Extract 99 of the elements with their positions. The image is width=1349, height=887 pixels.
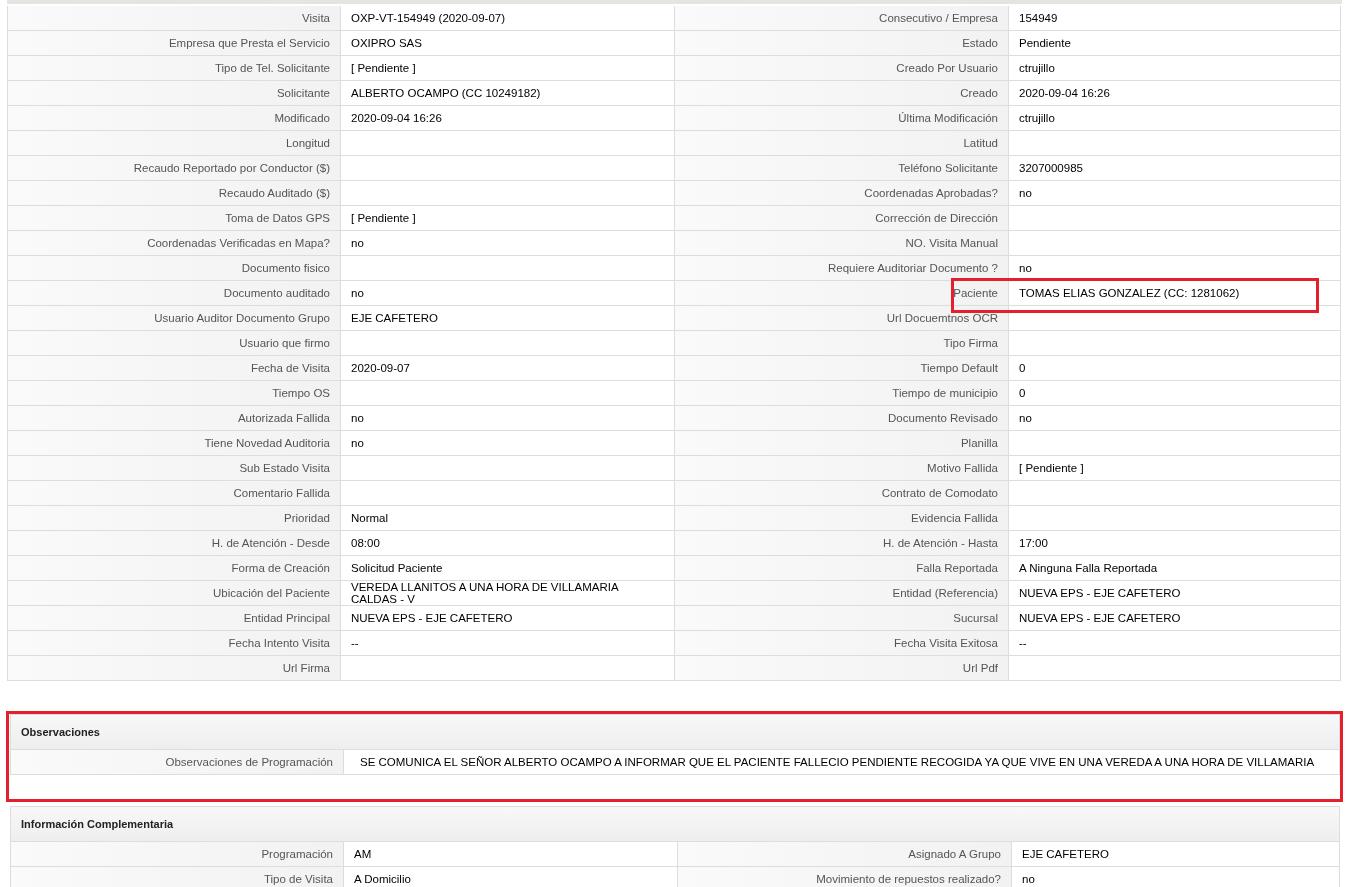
- field-label: Forma de Creación: [8, 556, 341, 581]
- field-value: 0: [1009, 381, 1341, 406]
- field-label: Url Docuemtnos OCR: [675, 306, 1009, 331]
- field-label: Movimiento de repuestos realizado?: [678, 867, 1012, 887]
- field-value: 2020-09-04 16:26: [1009, 81, 1341, 106]
- field-label: Paciente: [675, 281, 1009, 306]
- field-label: Sub Estado Visita: [8, 456, 341, 481]
- field-value: NUEVA EPS - EJE CAFETERO: [1009, 606, 1341, 631]
- field-value: --: [341, 631, 675, 656]
- field-label: Visita: [8, 6, 341, 31]
- field-label: Entidad Principal: [8, 606, 341, 631]
- field-value: 0: [1009, 356, 1341, 381]
- field-value: 154949: [1009, 6, 1341, 31]
- field-label: Modificado: [8, 106, 341, 131]
- field-label: Motivo Fallida: [675, 456, 1009, 481]
- section-title: Observaciones: [21, 726, 100, 738]
- field-label: Requiere Auditoriar Documento ?: [675, 256, 1009, 281]
- field-label: Evidencia Fallida: [675, 506, 1009, 531]
- field-value: ctrujillo: [1009, 56, 1341, 81]
- field-value: ctrujillo: [1009, 106, 1341, 131]
- field-value: TOMAS ELIAS GONZALEZ (CC: 1281062): [1009, 281, 1341, 306]
- field-value: no: [341, 231, 675, 256]
- field-label: Empresa que Presta el Servicio: [8, 31, 341, 56]
- field-label: Falla Reportada: [675, 556, 1009, 581]
- field-value: SE COMUNICA EL SEÑOR ALBERTO OCAMPO A INFORMAR QUE EL PACIENTE FALLECIO PENDIENTE RECOGIDA YA QUE VIVE EN UNA VEREDA A UNA HORA DE VILLAMARIA: [344, 750, 1340, 775]
- field-label: Fecha Intento Visita: [8, 631, 341, 656]
- field-label: Fecha de Visita: [8, 356, 341, 381]
- field-label: Documento auditado: [8, 281, 341, 306]
- field-value: AM: [344, 842, 678, 867]
- field-value: 2020-09-04 16:26: [341, 106, 675, 131]
- field-label: Coordenadas Verificadas en Mapa?: [8, 231, 341, 256]
- field-label: Tipo Firma: [675, 331, 1009, 356]
- field-label: Url Pdf: [675, 656, 1009, 681]
- field-label: Contrato de Comodato: [675, 481, 1009, 506]
- field-value: [ Pendiente ]: [1009, 456, 1341, 481]
- field-label: Latitud: [675, 131, 1009, 156]
- field-label: Teléfono Solicitante: [675, 156, 1009, 181]
- field-value: no: [341, 431, 675, 456]
- field-label: Autorizada Fallida: [8, 406, 341, 431]
- field-value: no: [1009, 181, 1341, 206]
- field-label: H. de Atención - Hasta: [675, 531, 1009, 556]
- field-value: OXIPRO SAS: [341, 31, 675, 56]
- field-label: Usuario Auditor Documento Grupo: [8, 306, 341, 331]
- field-value: no: [341, 281, 675, 306]
- field-label: Planilla: [675, 431, 1009, 456]
- field-value: A Ninguna Falla Reportada: [1009, 556, 1341, 581]
- field-label: Usuario que firmo: [8, 331, 341, 356]
- field-label: Solicitante: [8, 81, 341, 106]
- field-label: Creado: [675, 81, 1009, 106]
- field-label: Recaudo Auditado ($): [8, 181, 341, 206]
- field-label: Programación: [11, 842, 344, 867]
- field-value: VEREDA LLANITOS A UNA HORA DE VILLAMARIA CALDAS - V: [341, 581, 675, 606]
- field-value: ALBERTO OCAMPO (CC 10249182): [341, 81, 675, 106]
- field-value: EJE CAFETERO: [1012, 842, 1340, 867]
- field-label: Toma de Datos GPS: [8, 206, 341, 231]
- field-label: Creado Por Usuario: [675, 56, 1009, 81]
- field-label: Url Firma: [8, 656, 341, 681]
- field-label: Tipo de Visita: [11, 867, 344, 887]
- field-label: Tiempo de municipio: [675, 381, 1009, 406]
- field-label: Tipo de Tel. Solicitante: [8, 56, 341, 81]
- field-label: Observaciones de Programación: [11, 750, 344, 775]
- field-value: [ Pendiente ]: [341, 56, 675, 81]
- field-value: 08:00: [341, 531, 675, 556]
- field-label: Consecutivo / Empresa: [675, 6, 1009, 31]
- field-label: NO. Visita Manual: [675, 231, 1009, 256]
- field-label: Asignado A Grupo: [678, 842, 1012, 867]
- field-label: Documento fisico: [8, 256, 341, 281]
- field-value: Pendiente: [1009, 31, 1341, 56]
- field-value: --: [1009, 631, 1341, 656]
- field-value: no: [1009, 406, 1341, 431]
- field-value: 2020-09-07: [341, 356, 675, 381]
- field-value: [ Pendiente ]: [341, 206, 675, 231]
- field-value: 3207000985: [1009, 156, 1341, 181]
- field-label: Tiene Novedad Auditoria: [8, 431, 341, 456]
- field-label: Corrección de Dirección: [675, 206, 1009, 231]
- field-value: 17:00: [1009, 531, 1341, 556]
- field-value: EJE CAFETERO: [341, 306, 675, 331]
- field-value: NUEVA EPS - EJE CAFETERO: [341, 606, 675, 631]
- field-label: Ubicación del Paciente: [8, 581, 341, 606]
- field-label: Prioridad: [8, 506, 341, 531]
- field-label: Documento Revisado: [675, 406, 1009, 431]
- field-label: Sucursal: [675, 606, 1009, 631]
- field-value: Solicitud Paciente: [341, 556, 675, 581]
- field-value: NUEVA EPS - EJE CAFETERO: [1009, 581, 1341, 606]
- field-label: Entidad (Referencia): [675, 581, 1009, 606]
- field-label: Última Modificación: [675, 106, 1009, 131]
- field-label: Fecha Visita Exitosa: [675, 631, 1009, 656]
- field-label: H. de Atención - Desde: [8, 531, 341, 556]
- field-label: Tiempo OS: [8, 381, 341, 406]
- field-value: OXP-VT-154949 (2020-09-07): [341, 6, 675, 31]
- field-value: Normal: [341, 506, 675, 531]
- field-label: Comentario Fallida: [8, 481, 341, 506]
- section-title: Información Complementaria: [21, 818, 174, 830]
- field-label: Coordenadas Aprobadas?: [675, 181, 1009, 206]
- field-label: Estado: [675, 31, 1009, 56]
- field-label: Longitud: [8, 131, 341, 156]
- field-label: Tiempo Default: [675, 356, 1009, 381]
- field-value: no: [341, 406, 675, 431]
- field-label: Recaudo Reportado por Conductor ($): [8, 156, 341, 181]
